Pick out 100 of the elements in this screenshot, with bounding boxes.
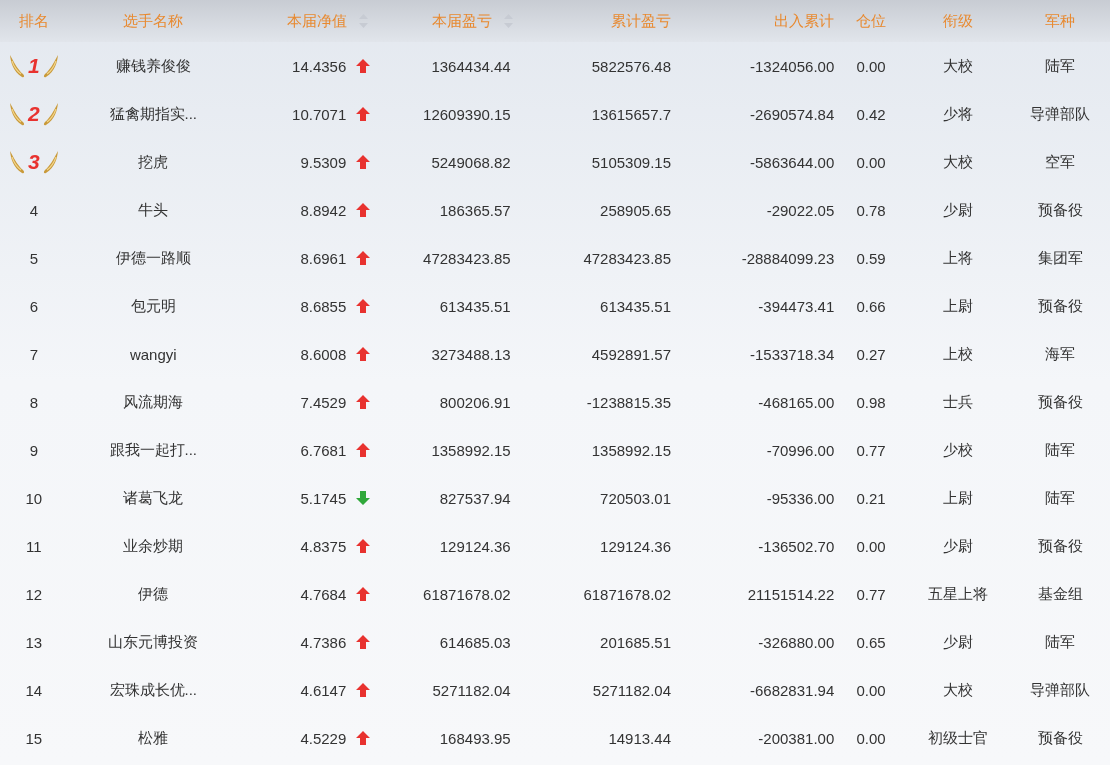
column-header: 排名 (18, 11, 49, 31)
total-profit: 5105309.15 (591, 153, 671, 171)
total-profit: 14913.44 (608, 729, 671, 747)
position-ratio: 0.00 (856, 153, 886, 171)
period-profit: 3273488.13 (431, 345, 511, 363)
player-name[interactable]: 伊德一路顺 (115, 248, 191, 268)
position-ratio: 0.59 (856, 249, 886, 267)
player-name[interactable]: 牛头 (138, 200, 169, 220)
total-profit: 5822576.48 (591, 57, 671, 75)
branch: 陆军 (1045, 632, 1076, 652)
player-name[interactable]: 跟我一起打... (109, 440, 198, 460)
branch: 预备役 (1037, 392, 1083, 412)
net-value: 4.8375 (300, 537, 347, 555)
period-profit: 1358992.15 (431, 441, 511, 459)
net-value: 8.6855 (300, 297, 347, 315)
position-ratio: 0.21 (856, 489, 886, 507)
position-ratio: 0.98 (856, 393, 886, 411)
wing-icon (8, 101, 25, 127)
period-profit: 168493.95 (439, 729, 511, 747)
rank-number: 9 (29, 441, 38, 459)
total-profit: 13615657.7 (591, 105, 671, 123)
period-profit: 186365.57 (439, 201, 511, 219)
position-ratio: 0.65 (856, 633, 886, 651)
cash-flow: -468165.00 (758, 393, 835, 411)
period-profit: 800206.91 (439, 393, 511, 411)
rank-number: 4 (29, 201, 38, 219)
cash-flow: -29022.05 (766, 201, 835, 219)
rank-title: 少尉 (943, 536, 974, 556)
rank-title: 大校 (943, 152, 974, 172)
rank-title: 少校 (943, 440, 974, 460)
total-profit: 129124.36 (600, 537, 671, 555)
period-profit: 12609390.15 (423, 105, 511, 123)
rank-number: 1 (27, 54, 41, 78)
net-value: 6.7681 (300, 441, 347, 459)
cash-flow: -5863644.00 (750, 153, 835, 171)
player-name[interactable]: 挖虎 (138, 152, 169, 172)
cash-flow: 21151514.22 (747, 585, 835, 603)
rank-number: 10 (25, 489, 43, 507)
player-name[interactable]: 风流期海 (123, 392, 184, 412)
branch: 导弹部队 (1030, 680, 1091, 700)
net-value: 10.7071 (292, 105, 347, 123)
player-name[interactable]: 宏珠成长优... (109, 680, 198, 700)
branch: 陆军 (1045, 56, 1076, 76)
column-header: 衔级 (943, 11, 974, 31)
column-header: 出入累计 (774, 11, 835, 31)
column-header: 仓位 (856, 11, 887, 31)
cash-flow: -394473.41 (758, 297, 835, 315)
position-ratio: 0.78 (856, 201, 886, 219)
rank-number: 12 (25, 585, 43, 603)
player-name[interactable]: 伊德 (138, 584, 169, 604)
cash-flow: -136502.70 (758, 537, 835, 555)
branch: 集团军 (1037, 248, 1083, 268)
player-name[interactable]: 松雅 (138, 728, 169, 748)
rank-title: 少将 (943, 104, 974, 124)
cash-flow: -6682831.94 (750, 681, 835, 699)
period-profit: 827537.94 (439, 489, 511, 507)
rank-title: 初级士官 (928, 728, 989, 748)
player-name[interactable]: 包元明 (130, 296, 176, 316)
position-ratio: 0.27 (856, 345, 886, 363)
rank-title: 上将 (943, 248, 974, 268)
player-name[interactable]: wangyi (129, 345, 177, 363)
position-ratio: 0.00 (856, 57, 886, 75)
cash-flow: -2690574.84 (750, 105, 835, 123)
player-name[interactable]: 山东元博投资 (108, 632, 199, 652)
player-name[interactable]: 业余炒期 (123, 536, 184, 556)
position-ratio: 0.42 (856, 105, 886, 123)
column-header: 累计盈亏 (611, 11, 671, 31)
total-profit: 201685.51 (600, 633, 671, 651)
branch: 基金组 (1037, 584, 1083, 604)
period-profit: 5249068.82 (431, 153, 511, 171)
total-profit: 1358992.15 (591, 441, 671, 459)
cash-flow: -200381.00 (758, 729, 835, 747)
net-value: 4.7386 (300, 633, 347, 651)
rank-number: 6 (29, 297, 38, 315)
net-value: 8.6008 (300, 345, 347, 363)
rank-title: 五星上将 (928, 584, 989, 604)
branch: 陆军 (1045, 488, 1076, 508)
total-profit: 258905.65 (600, 201, 671, 219)
rank-number: 11 (26, 537, 42, 555)
cash-flow: -28884099.23 (741, 249, 835, 267)
player-name[interactable]: 赚钱养俊俊 (115, 56, 191, 76)
period-profit: 61871678.02 (423, 585, 511, 603)
cash-flow: -326880.00 (758, 633, 835, 651)
cash-flow: -70996.00 (766, 441, 835, 459)
wing-icon (8, 149, 25, 175)
total-profit: 613435.51 (600, 297, 671, 315)
period-profit: 613435.51 (439, 297, 511, 315)
player-name[interactable]: 诸葛飞龙 (123, 488, 184, 508)
rank-title: 上校 (943, 344, 974, 364)
rank-title: 少尉 (943, 200, 974, 220)
branch: 预备役 (1037, 200, 1083, 220)
net-value: 4.5229 (300, 729, 347, 747)
position-ratio: 0.77 (856, 441, 886, 459)
player-name[interactable]: 猛禽期指实... (109, 104, 198, 124)
branch: 海军 (1045, 344, 1076, 364)
total-profit: 720503.01 (600, 489, 671, 507)
total-profit: -1238815.35 (586, 393, 671, 411)
wing-icon (8, 53, 25, 79)
rank-title: 大校 (943, 56, 974, 76)
period-profit: 5271182.04 (432, 681, 511, 699)
